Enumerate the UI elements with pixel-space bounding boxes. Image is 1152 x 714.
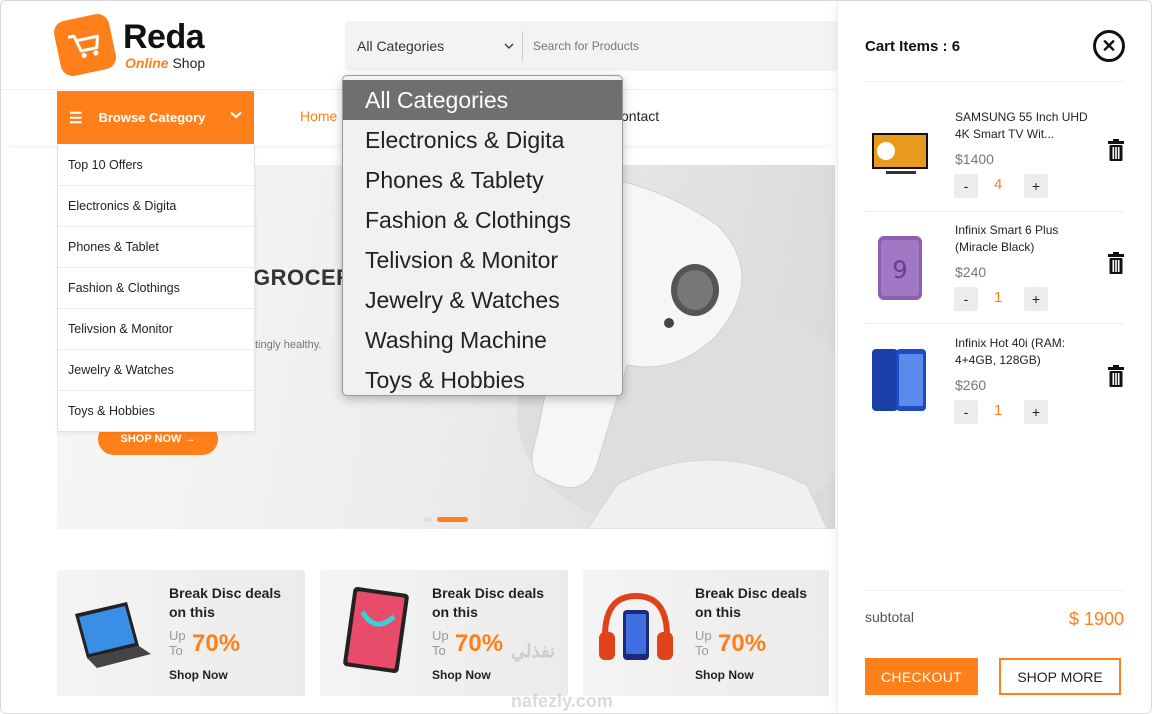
dropdown-option[interactable]: Electronics & Digita: [343, 120, 622, 160]
cart-item-qty: 4: [994, 176, 1003, 193]
subtotal-value: $ 1900: [1068, 609, 1124, 629]
phone-icon: [872, 349, 926, 411]
increase-qty-button[interactable]: +: [1024, 400, 1048, 424]
promo-card[interactable]: Break Disc deals on this Up To 70% Shop N…: [57, 570, 305, 696]
laptop-icon: [75, 602, 151, 668]
menu-icon: ☰: [69, 109, 83, 127]
cart-item-price: $1400: [955, 151, 994, 167]
promo-card[interactable]: Break Disc deals on this Up To 70% Shop N…: [320, 570, 568, 696]
cart-item: 9 Infinix Smart 6 Plus (Miracle Black) $…: [838, 222, 1151, 334]
cart-item-name: Infinix Smart 6 Plus (Miracle Black): [955, 223, 1059, 254]
logo-sub-accent: Online: [125, 55, 169, 71]
checkout-button[interactable]: CHECKOUT: [865, 658, 978, 695]
cart-item-price: $240: [955, 264, 987, 280]
shop-now-link[interactable]: Shop Now: [432, 668, 491, 682]
promo-to: To: [169, 643, 183, 658]
nav-link-contact[interactable]: ontact: [621, 108, 659, 124]
decrease-qty-button[interactable]: -: [954, 174, 978, 198]
decrease-qty-button[interactable]: -: [954, 287, 978, 311]
promo-percent: 70%: [192, 630, 241, 657]
dropdown-option[interactable]: Fashion & Clothings: [343, 200, 622, 240]
category-item[interactable]: Fashion & Clothings: [58, 267, 254, 308]
promo-to: To: [432, 643, 446, 658]
subtotal-label: subtotal: [865, 609, 915, 625]
category-item[interactable]: Phones & Tablet: [58, 226, 254, 267]
cart-title: Cart Items : 6: [865, 38, 961, 55]
category-item[interactable]: Toys & Hobbies: [58, 390, 254, 431]
category-item[interactable]: Telivsion & Monitor: [58, 308, 254, 349]
search-input[interactable]: [523, 31, 823, 61]
cart-logo-icon: [51, 11, 119, 79]
logo-title: Reda: [123, 18, 205, 56]
dropdown-option[interactable]: Washing Machine: [343, 320, 622, 360]
tv-icon: [872, 133, 928, 174]
browse-category-label: Browse Category: [98, 110, 206, 125]
cart-item-qty: 1: [994, 289, 1003, 306]
promo-up: Up: [169, 628, 186, 643]
category-list: Top 10 Offers Electronics & Digita Phone…: [57, 145, 255, 432]
increase-qty-button[interactable]: +: [1024, 287, 1048, 311]
shop-now-link[interactable]: Shop Now: [695, 668, 754, 682]
tablet-icon: [343, 587, 409, 673]
headphone-phone-icon: [599, 592, 673, 660]
nav-link-home[interactable]: Home: [300, 108, 337, 124]
promo-title: Break Disc deals on this: [695, 585, 808, 620]
cart-panel: Cart Items : 6 ✕ SAMSUNG 55 Inch UHD 4K …: [837, 1, 1151, 713]
trash-icon[interactable]: [1107, 139, 1125, 161]
shop-more-button[interactable]: SHOP MORE: [999, 658, 1121, 695]
category-select[interactable]: All Categories: [345, 31, 523, 61]
promo-card[interactable]: Break Disc deals on this Up To 70% Shop N…: [583, 570, 829, 696]
cart-item-price: $260: [955, 377, 987, 393]
trash-icon[interactable]: [1107, 252, 1125, 274]
divider: [865, 590, 1125, 591]
trash-icon[interactable]: [1107, 365, 1125, 387]
divider: [865, 211, 1125, 212]
cart-item: SAMSUNG 55 Inch UHD 4K Smart TV Wit... $…: [838, 109, 1151, 221]
chevron-down-icon: [230, 108, 242, 122]
svg-text:9: 9: [892, 256, 907, 284]
cart-item-name: SAMSUNG 55 Inch UHD 4K Smart TV Wit...: [955, 110, 1088, 141]
close-icon[interactable]: ✕: [1093, 30, 1125, 62]
dropdown-option[interactable]: Toys & Hobbies: [343, 360, 622, 395]
watermark-latin: nafezly.com: [511, 691, 613, 711]
logo-sub-rest: Shop: [172, 55, 206, 71]
category-item[interactable]: Top 10 Offers: [58, 145, 254, 185]
browse-category-button[interactable]: ☰ Browse Category: [57, 91, 254, 144]
promo-to: To: [695, 643, 709, 658]
promo-title: Break Disc deals on this: [169, 585, 282, 620]
promo-up: Up: [432, 628, 449, 643]
app-window: Reda Online Shop All Categories ☰ Browse…: [0, 0, 1152, 714]
category-item[interactable]: Jewelry & Watches: [58, 349, 254, 390]
category-dropdown: All Categories Electronics & Digita Phon…: [342, 75, 623, 396]
category-item[interactable]: Electronics & Digita: [58, 185, 254, 226]
cart-item: Infinix Hot 40i (RAM: 4+4GB, 128GB) $260…: [838, 335, 1151, 447]
dropdown-option[interactable]: Phones & Tablety: [343, 160, 622, 200]
promo-percent: 70%: [718, 630, 767, 657]
cart-item-name: Infinix Hot 40i (RAM: 4+4GB, 128GB): [955, 336, 1066, 367]
increase-qty-button[interactable]: +: [1024, 174, 1048, 198]
chevron-down-icon: [504, 39, 514, 53]
cart-item-qty: 1: [994, 402, 1003, 419]
hero-text: tingly healthy.: [255, 339, 322, 351]
shop-now-link[interactable]: Shop Now: [169, 668, 228, 682]
phone-icon: 9: [878, 236, 922, 300]
dropdown-option-selected[interactable]: All Categories: [343, 80, 622, 120]
promo-percent: 70%: [455, 630, 504, 657]
slider-dot-active[interactable]: [437, 517, 468, 522]
promo-up: Up: [695, 628, 712, 643]
search-bar: All Categories: [345, 21, 845, 71]
watermark-arabic: نفذلي: [511, 641, 556, 661]
decrease-qty-button[interactable]: -: [954, 400, 978, 424]
slider-dot[interactable]: [424, 517, 432, 522]
promo-title: Break Disc deals on this: [432, 585, 545, 620]
category-select-value: All Categories: [357, 38, 445, 54]
hero-title: GROCER: [253, 265, 353, 290]
divider: [865, 323, 1125, 324]
dropdown-option[interactable]: Jewelry & Watches: [343, 280, 622, 320]
divider: [865, 81, 1125, 82]
dropdown-option[interactable]: Telivsion & Monitor: [343, 240, 622, 280]
logo[interactable]: Reda Online Shop: [51, 11, 206, 79]
